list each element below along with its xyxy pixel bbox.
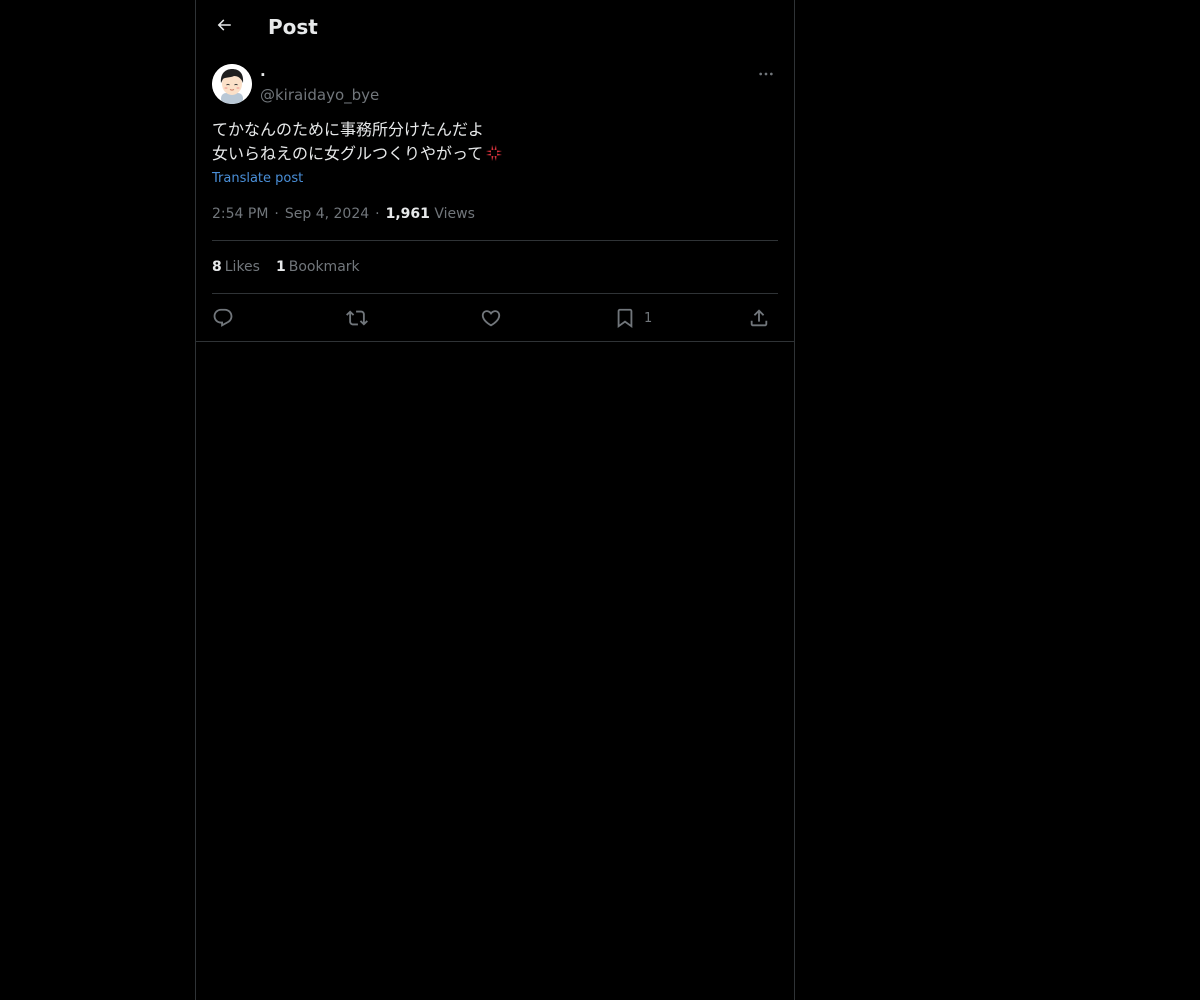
avatar[interactable] [212, 64, 252, 104]
likes-count: 8 [212, 259, 222, 275]
bookmarks-label: Bookmark [288, 259, 360, 275]
views-label: Views [434, 206, 475, 222]
author-handle[interactable]: @kiraidayo_bye [260, 85, 379, 105]
post-actions: 1 [212, 304, 778, 332]
share-icon [748, 307, 770, 329]
like-button[interactable] [480, 306, 502, 330]
bookmarks-count: 1 [275, 259, 286, 275]
back-button[interactable] [207, 10, 241, 44]
post-bottom-divider [196, 341, 794, 342]
likes-label: Likes [224, 259, 260, 275]
meta-separator: · [375, 206, 380, 222]
engagement-stats: 8 Likes 1 Bookmark [212, 257, 360, 277]
divider [212, 293, 778, 294]
repost-icon [346, 307, 368, 329]
anger-symbol-icon [484, 143, 504, 170]
more-options-button[interactable] [754, 64, 778, 88]
heart-icon [480, 307, 502, 329]
more-horizontal-icon [758, 66, 774, 86]
translate-post-link[interactable]: Translate post [212, 170, 303, 188]
page-title: Post [268, 15, 318, 39]
bookmark-count: 1 [644, 310, 653, 326]
likes-stat[interactable]: 8 Likes [212, 259, 260, 275]
meta-separator: · [274, 206, 279, 222]
share-button[interactable] [748, 306, 770, 330]
bookmark-button[interactable]: 1 [614, 306, 652, 330]
post-date[interactable]: Sep 4, 2024 [285, 206, 369, 222]
post-text-line-2: 女いらねえのに女グルつくりやがって [212, 144, 484, 163]
page-header: Post [196, 0, 794, 54]
author-display-name[interactable]: · [260, 65, 266, 85]
post-time[interactable]: 2:54 PM [212, 206, 268, 222]
divider [212, 240, 778, 241]
post-detail-column: Post · @kiraidayo_bye てかなんのために事務所分けたんだよ … [195, 0, 795, 1000]
reply-icon [212, 307, 234, 329]
post-text: てかなんのために事務所分けたんだよ 女いらねえのに女グルつくりやがって [212, 118, 778, 170]
bookmark-icon [614, 307, 636, 329]
cartoon-avatar-icon [212, 64, 252, 104]
repost-button[interactable] [346, 306, 368, 330]
reply-button[interactable] [212, 306, 234, 330]
post-text-line-1: てかなんのために事務所分けたんだよ [212, 120, 485, 139]
post-author: · @kiraidayo_bye [212, 64, 778, 108]
post-metadata: 2:54 PM · Sep 4, 2024 · 1,961 Views [212, 204, 475, 224]
bookmarks-stat[interactable]: 1 Bookmark [276, 259, 360, 275]
arrow-left-icon [215, 16, 233, 38]
views-count: 1,961 [385, 206, 430, 222]
